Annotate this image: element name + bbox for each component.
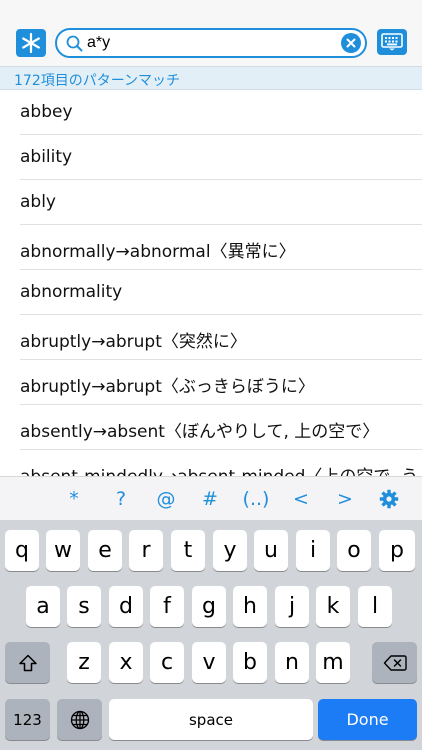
key-a[interactable]: a xyxy=(26,586,60,627)
keyboard-accessory-bar: * ? @ # (..) < > xyxy=(0,476,422,520)
backspace-icon xyxy=(383,654,407,671)
key-h[interactable]: h xyxy=(233,586,267,627)
list-item-label: abnormality xyxy=(20,282,123,302)
key-e[interactable]: e xyxy=(88,530,122,571)
list-item-label: abnormally→abnormal〈異常に〉 xyxy=(20,242,296,262)
insert-hash-button[interactable]: # xyxy=(193,486,227,512)
list-item[interactable]: abnormality xyxy=(0,270,422,315)
list-item-label: absent-mindedly→absent-minded〈上の空で, う xyxy=(20,462,418,476)
search-field[interactable] xyxy=(55,28,367,58)
keyboard-icon xyxy=(381,33,403,51)
match-count-bar: 172項目のパターンマッチ xyxy=(0,66,422,90)
search-input[interactable] xyxy=(87,33,337,53)
key-v[interactable]: v xyxy=(192,642,226,683)
list-item-label: abruptly→abrupt〈ぶっきらぼうに〉 xyxy=(20,377,315,397)
key-s[interactable]: s xyxy=(67,586,101,627)
delete-key[interactable] xyxy=(372,642,417,683)
list-item[interactable]: ably xyxy=(0,180,422,225)
list-item[interactable]: abruptly→abrupt〈ぶっきらぼうに〉 xyxy=(0,360,422,405)
key-u[interactable]: u xyxy=(254,530,288,571)
key-w[interactable]: w xyxy=(46,530,80,571)
key-x[interactable]: x xyxy=(109,642,143,683)
key-r[interactable]: r xyxy=(129,530,163,571)
key-n[interactable]: n xyxy=(275,642,309,683)
key-c[interactable]: c xyxy=(150,642,184,683)
list-item[interactable]: ability xyxy=(0,135,422,180)
key-j[interactable]: j xyxy=(275,586,309,627)
search-bar xyxy=(0,0,422,66)
key-p[interactable]: p xyxy=(379,530,415,571)
insert-question-button[interactable]: ? xyxy=(104,486,138,512)
results-list[interactable]: abbey ability ably abnormally→abnormal〈異… xyxy=(0,90,422,476)
insert-at-button[interactable]: @ xyxy=(149,486,183,512)
key-f[interactable]: f xyxy=(150,586,184,627)
wildcard-button[interactable] xyxy=(16,29,46,57)
key-y[interactable]: y xyxy=(213,530,247,571)
key-d[interactable]: d xyxy=(109,586,143,627)
globe-key[interactable] xyxy=(57,699,102,740)
key-l[interactable]: l xyxy=(358,586,392,627)
list-item[interactable]: abbey xyxy=(0,90,422,135)
key-o[interactable]: o xyxy=(337,530,371,571)
insert-group-button[interactable]: (..) xyxy=(233,486,279,512)
list-item[interactable]: abnormally→abnormal〈異常に〉 xyxy=(0,225,422,270)
clear-search-button[interactable] xyxy=(341,33,361,53)
space-key[interactable]: space xyxy=(109,699,313,740)
done-key[interactable]: Done xyxy=(318,699,417,740)
match-count-label: 172項目のパターンマッチ xyxy=(14,73,181,89)
keyboard-toggle-button[interactable] xyxy=(377,29,407,55)
cursor-left-button[interactable]: < xyxy=(284,486,318,512)
list-item[interactable]: absent-mindedly→absent-minded〈上の空で, う xyxy=(0,450,422,476)
list-item-label: ably xyxy=(20,192,56,212)
globe-icon xyxy=(70,710,89,729)
shift-icon xyxy=(18,654,37,671)
key-g[interactable]: g xyxy=(192,586,226,627)
list-item-label: ability xyxy=(20,147,73,167)
key-b[interactable]: b xyxy=(233,642,267,683)
search-icon xyxy=(66,35,83,52)
numbers-key[interactable]: 123 xyxy=(5,699,50,740)
list-item[interactable]: abruptly→abrupt〈突然に〉 xyxy=(0,315,422,360)
key-z[interactable]: z xyxy=(67,642,101,683)
list-item-label: absently→absent〈ぼんやりして, 上の空で〉 xyxy=(20,422,380,442)
key-m[interactable]: m xyxy=(316,642,350,683)
asterisk-icon xyxy=(22,32,40,54)
insert-asterisk-button[interactable]: * xyxy=(57,486,91,512)
key-q[interactable]: q xyxy=(5,530,39,571)
gear-icon xyxy=(379,489,399,509)
close-icon xyxy=(346,38,356,48)
list-item[interactable]: absently→absent〈ぼんやりして, 上の空で〉 xyxy=(0,405,422,450)
key-t[interactable]: t xyxy=(171,530,205,571)
keyboard: q w e r t y u i o p a s d f g h j k l z … xyxy=(0,520,422,750)
cursor-right-button[interactable]: > xyxy=(328,486,362,512)
shift-key[interactable] xyxy=(5,642,50,683)
list-item-label: abruptly→abrupt〈突然に〉 xyxy=(20,332,247,352)
key-i[interactable]: i xyxy=(296,530,330,571)
list-item-label: abbey xyxy=(20,102,73,122)
settings-button[interactable] xyxy=(372,486,406,512)
key-k[interactable]: k xyxy=(316,586,350,627)
